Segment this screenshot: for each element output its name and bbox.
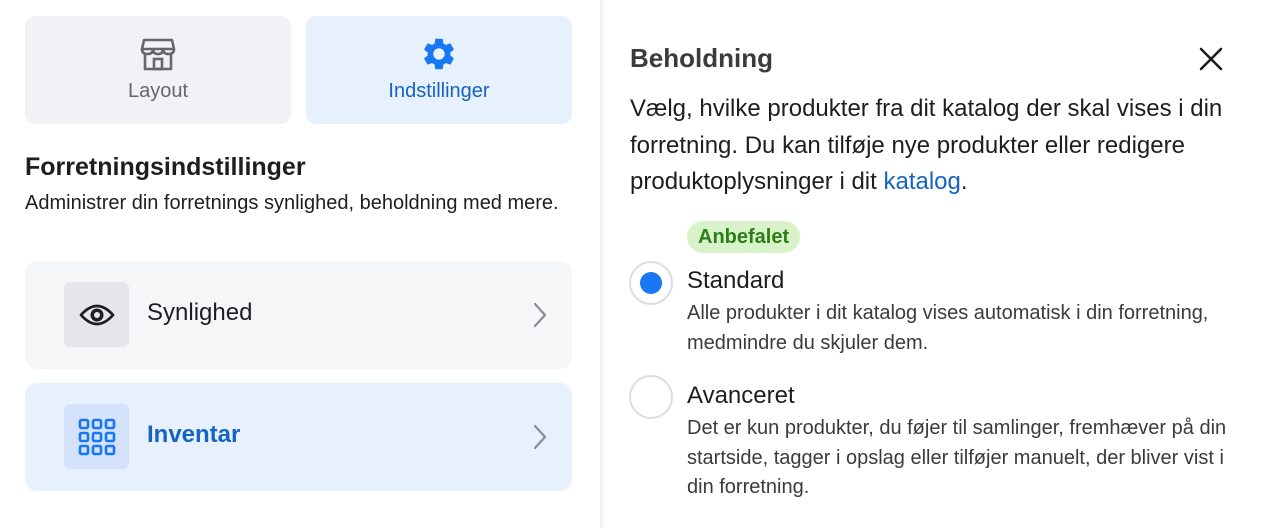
inventory-panel: Beholdning Vælg, hvilke produkter fra di… (603, 0, 1264, 528)
grid-icon (64, 404, 129, 469)
option-standard-title: Standard (687, 267, 785, 294)
section-description: Administrer din forretnings synlighed, b… (25, 192, 559, 214)
radio-standard[interactable] (629, 261, 673, 305)
settings-item-visibility[interactable]: Synlighed (25, 261, 572, 369)
close-icon[interactable] (1197, 45, 1225, 73)
panel-title: Beholdning (630, 43, 773, 73)
settings-item-inventory-label: Inventar (147, 421, 241, 448)
chevron-right-icon (532, 423, 548, 451)
storefront-icon (138, 34, 178, 74)
tab-settings-label: Indstillinger (388, 79, 490, 102)
panel-description: Vælg, hvilke produkter fra dit katalog d… (630, 91, 1230, 201)
radio-selected-dot (640, 272, 662, 294)
section-title: Forretningsindstillinger (25, 153, 306, 181)
radio-advanced[interactable] (629, 375, 673, 419)
tab-settings[interactable]: Indstillinger (306, 16, 572, 124)
chevron-right-icon (532, 301, 548, 329)
settings-item-inventory[interactable]: Inventar (25, 383, 572, 491)
gear-icon (419, 34, 459, 74)
option-advanced-title: Avanceret (687, 382, 795, 409)
recommended-badge: Anbefalet (687, 221, 801, 253)
catalog-link[interactable]: katalog (883, 168, 960, 195)
option-advanced-description: Det er kun produkter, du føjer til samli… (687, 417, 1227, 498)
left-sidebar: Layout Indstillinger Forretningsindstill… (0, 0, 600, 528)
settings-item-visibility-label: Synlighed (147, 299, 253, 326)
panel-description-end: . (960, 168, 968, 195)
tab-layout-label: Layout (127, 79, 189, 102)
eye-icon (64, 282, 129, 347)
option-standard-description: Alle produkter i dit katalog vises autom… (687, 302, 1209, 354)
tab-layout[interactable]: Layout (25, 16, 291, 124)
